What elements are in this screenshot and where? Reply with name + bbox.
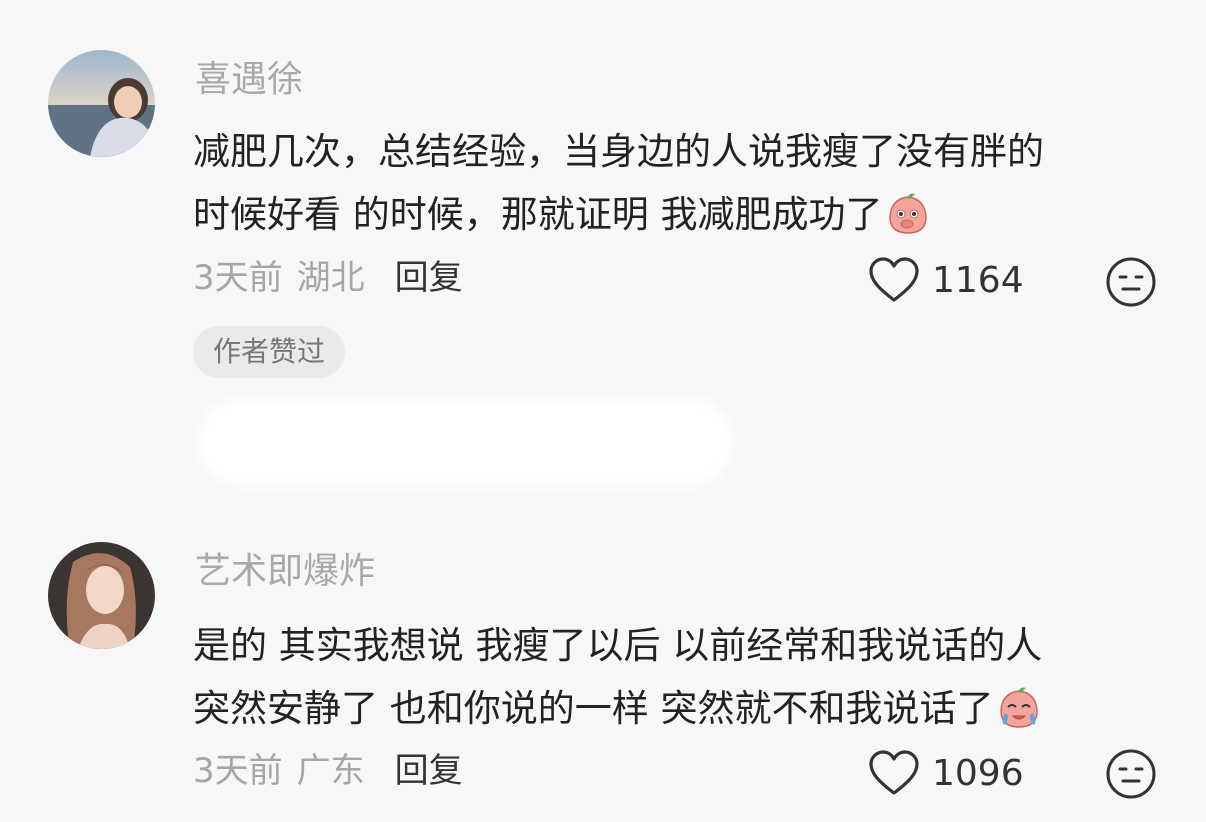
- comment-meta: 3天前 广东 回复: [193, 749, 463, 793]
- avatar[interactable]: [48, 50, 155, 157]
- comment-time: 3天前: [193, 751, 283, 791]
- reply-button[interactable]: 回复: [395, 258, 463, 298]
- crying-peach-emoji: [996, 685, 1042, 731]
- comment-text: 是的 其实我想说 我瘦了以后 以前经常和我说话的人 突然安静了 也和你说的一样 …: [193, 614, 1168, 740]
- comment-meta: 3天前 湖北 回复: [193, 256, 463, 300]
- comment-location: 广东: [296, 751, 365, 791]
- comment-text-line: 是的 其实我想说 我瘦了以后 以前经常和我说话的人: [193, 624, 1043, 667]
- dislike-face-icon[interactable]: [1105, 748, 1157, 800]
- dislike-face-icon[interactable]: [1105, 256, 1157, 308]
- comment-item: 艺术即爆炸 是的 其实我想说 我瘦了以后 以前经常和我说话的人 突然安静了 也和…: [0, 500, 1206, 822]
- comment-text: 减肥几次，总结经验，当身边的人说我瘦了没有胖的 时候好看 的时候，那就证明 我减…: [193, 120, 1168, 246]
- comment-location: 湖北: [296, 258, 365, 298]
- author-liked-badge: 作者赞过: [193, 326, 346, 378]
- like-count: 1096: [932, 752, 1024, 794]
- comment-item: 喜遇徐 减肥几次，总结经验，当身边的人说我瘦了没有胖的 时候好看 的时候，那就证…: [0, 0, 1206, 500]
- comment-text-segment: 时候好看 的时候，那就证明 我减肥成功了: [193, 193, 883, 236]
- avatar[interactable]: [48, 542, 155, 649]
- comment-text-line: 时候好看 的时候，那就证明 我减肥成功了: [193, 183, 1168, 246]
- shy-peach-emoji: [885, 191, 931, 237]
- blurred-reply-placeholder: [198, 398, 733, 486]
- comment-time: 3天前: [193, 258, 283, 298]
- like-button[interactable]: 1096: [868, 748, 1024, 798]
- reply-button[interactable]: 回复: [395, 751, 463, 791]
- username[interactable]: 喜遇徐: [195, 58, 303, 102]
- username[interactable]: 艺术即爆炸: [195, 550, 375, 594]
- heart-icon: [869, 257, 919, 302]
- like-button[interactable]: 1164: [868, 255, 1024, 305]
- like-count: 1164: [932, 259, 1024, 301]
- heart-icon: [869, 750, 919, 795]
- comment-text-line: 突然安静了 也和你说的一样 突然就不和我说话了: [193, 677, 1168, 740]
- comment-text-segment: 突然安静了 也和你说的一样 突然就不和我说话了: [193, 687, 994, 730]
- comment-text-line: 减肥几次，总结经验，当身边的人说我瘦了没有胖的: [193, 130, 1044, 173]
